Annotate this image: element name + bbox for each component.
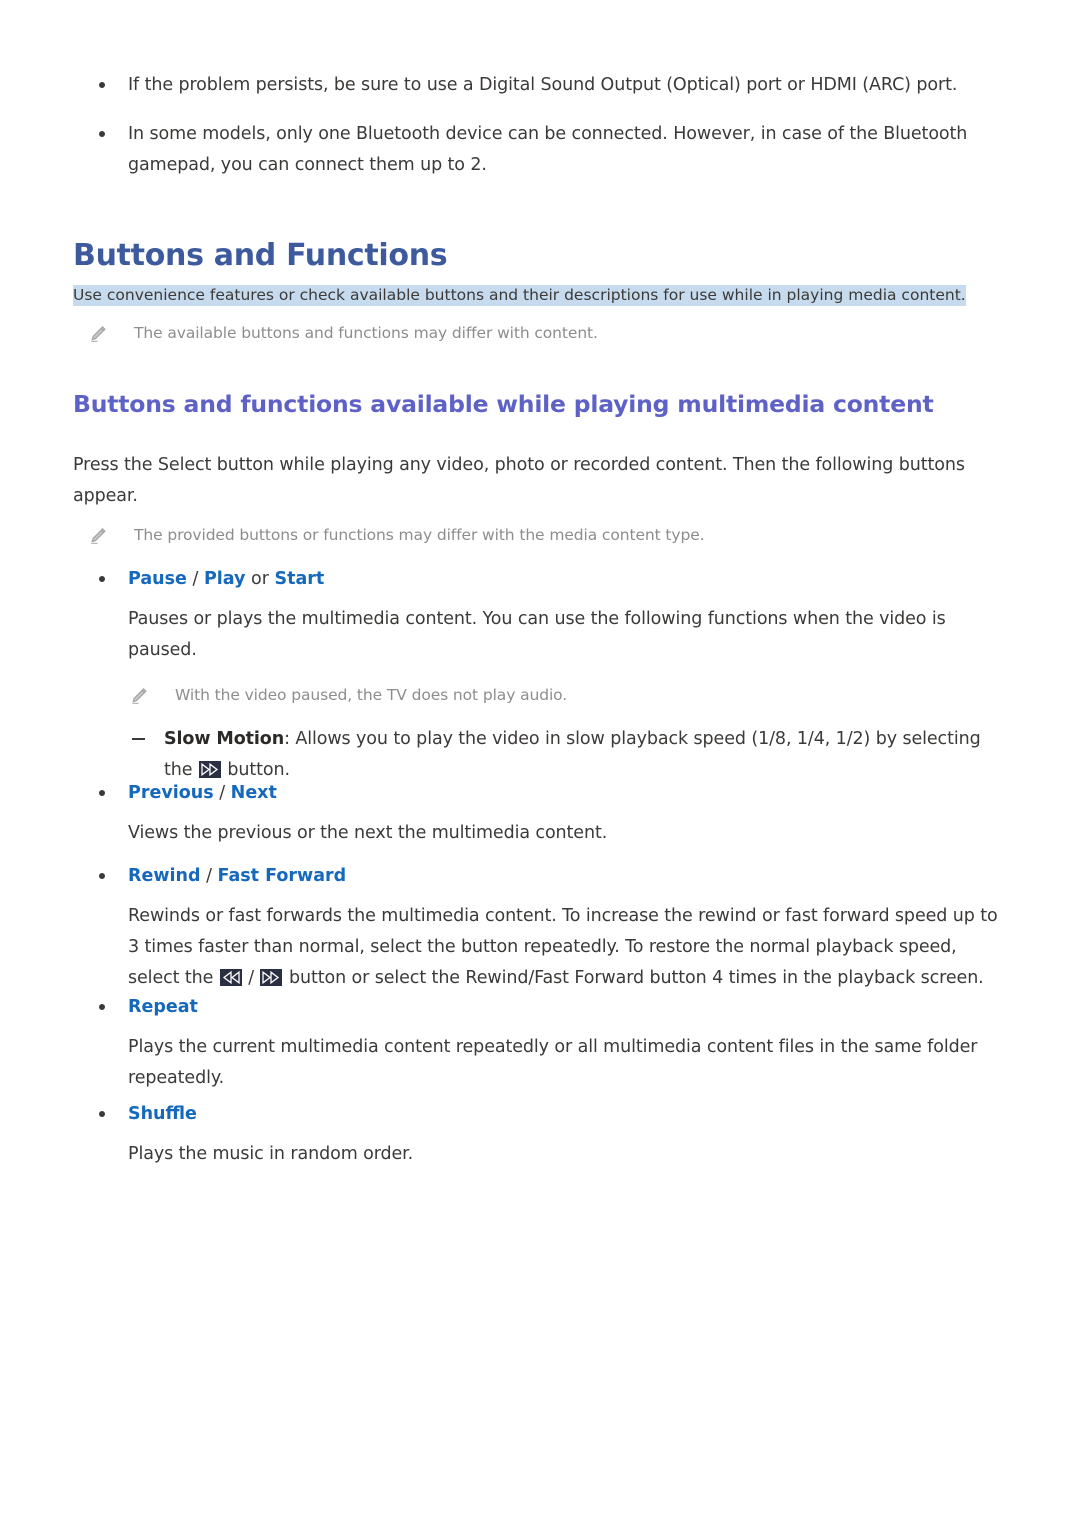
feature-heading: Rewind / Fast Forward [96, 863, 1006, 889]
slow-motion-label: Slow Motion [164, 729, 285, 749]
feature-heading: Pause / Play or Start [96, 566, 1006, 592]
feature-description: Plays the music in random order. [128, 1144, 414, 1164]
feature-pause-play-start: Pause / Play or Start Pauses or plays th… [96, 566, 1006, 786]
section-subheading: Buttons and functions available while pl… [73, 390, 934, 418]
intro-bullet-text: In some models, only one Bluetooth devic… [128, 124, 968, 175]
keyword-rewind[interactable]: Rewind [128, 866, 201, 886]
keyword-next[interactable]: Next [231, 783, 277, 803]
slow-motion-item: Slow Motion: Allows you to play the vide… [96, 724, 1006, 786]
note-text: The available buttons and functions may … [134, 324, 598, 342]
pencil-icon [88, 324, 108, 344]
note-row: The provided buttons or functions may di… [88, 524, 988, 546]
rewind-icon[interactable] [219, 969, 242, 986]
feature-repeat: Repeat Plays the current multimedia cont… [96, 994, 1006, 1094]
summary-text: Use convenience features or check availa… [73, 285, 966, 306]
keyword-shuffle[interactable]: Shuffle [128, 1104, 197, 1124]
feature-description: Pauses or plays the multimedia content. … [128, 609, 946, 660]
rewind-text-3: button or select the Rewind/Fast Forward… [283, 968, 984, 988]
list-item: In some models, only one Bluetooth devic… [96, 119, 996, 181]
rewind-text-2: / [242, 968, 260, 988]
pencil-icon [88, 526, 108, 546]
dash-marker-icon [132, 738, 145, 740]
keyword-pause[interactable]: Pause [128, 569, 187, 589]
fast-forward-icon[interactable] [198, 761, 221, 778]
feature-heading: Previous / Next [96, 780, 1006, 806]
bullet-dot-icon [99, 131, 105, 137]
keyword-previous[interactable]: Previous [128, 783, 214, 803]
feature-description: Views the previous or the next the multi… [128, 823, 608, 843]
page-title: Buttons and Functions [73, 238, 448, 273]
intro-paragraph: Press the Select button while playing an… [73, 455, 965, 506]
bullet-dot-icon [99, 1111, 105, 1117]
separator: / [200, 866, 218, 886]
note-row: The available buttons and functions may … [88, 322, 988, 344]
fast-forward-icon[interactable] [260, 969, 283, 986]
intro-bullet-text: If the problem persists, be sure to use … [128, 75, 958, 95]
slow-motion-text-tail: button. [221, 760, 290, 780]
summary-highlight: Use convenience features or check availa… [73, 284, 1013, 307]
note-text: With the video paused, the TV does not p… [175, 686, 568, 704]
intro-bullet-list: If the problem persists, be sure to use … [96, 70, 996, 199]
pencil-icon [129, 686, 149, 706]
feature-heading: Shuffle [96, 1101, 1006, 1127]
list-item: If the problem persists, be sure to use … [96, 70, 996, 101]
feature-rewind-fast-forward: Rewind / Fast Forward Rewinds or fast fo… [96, 863, 1006, 994]
feature-shuffle: Shuffle Plays the music in random order. [96, 1101, 1006, 1170]
bullet-dot-icon [99, 790, 105, 796]
document-page: If the problem persists, be sure to use … [0, 0, 1080, 1527]
feature-description: Rewinds or fast forwards the multimedia … [96, 901, 1006, 994]
keyword-start[interactable]: Start [275, 569, 325, 589]
bullet-dot-icon [99, 1004, 105, 1010]
keyword-fast-forward[interactable]: Fast Forward [218, 866, 347, 886]
separator: or [245, 569, 275, 589]
keyword-play[interactable]: Play [204, 569, 246, 589]
keyword-repeat[interactable]: Repeat [128, 997, 198, 1017]
feature-description: Plays the current multimedia content rep… [128, 1037, 978, 1088]
bullet-dot-icon [99, 873, 105, 879]
separator: / [186, 569, 204, 589]
note-row: With the video paused, the TV does not p… [129, 684, 1006, 706]
feature-previous-next: Previous / Next Views the previous or th… [96, 780, 1006, 849]
bullet-dot-icon [99, 576, 105, 582]
bullet-dot-icon [99, 82, 105, 88]
separator: / [213, 783, 231, 803]
note-text: The provided buttons or functions may di… [134, 526, 705, 544]
feature-heading: Repeat [96, 994, 1006, 1020]
